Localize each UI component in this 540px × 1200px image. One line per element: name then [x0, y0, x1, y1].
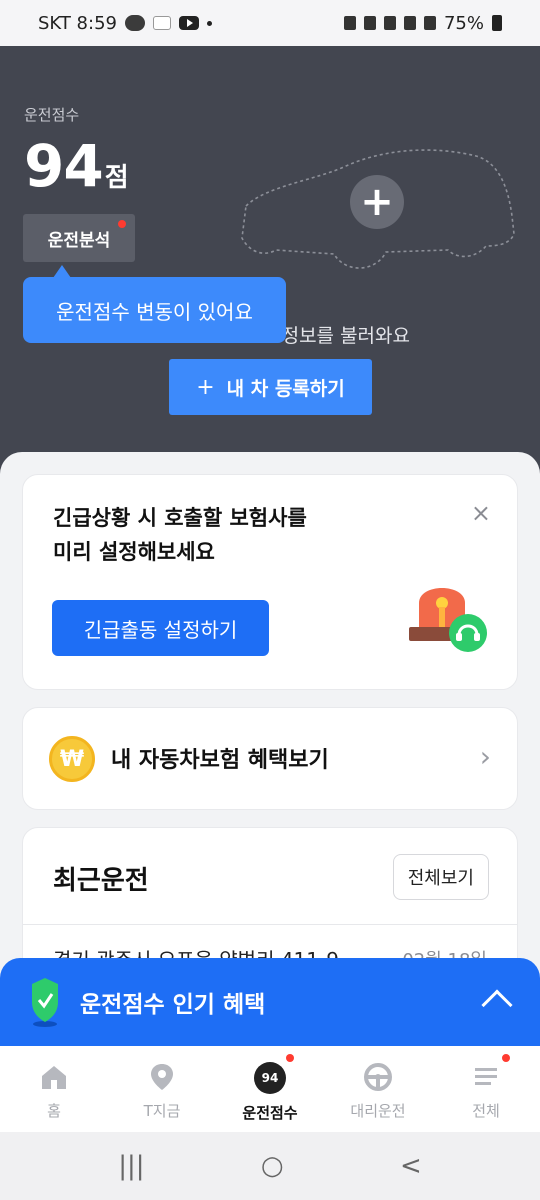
register-car-button[interactable]: + 내 차 등록하기 [169, 359, 372, 415]
score-unit: 점 [104, 163, 129, 193]
battery-icon [492, 15, 502, 31]
analysis-button-label: 운전분석 [47, 230, 111, 251]
nav-item-tnow[interactable]: T지금 [108, 1046, 216, 1132]
chevron-right-icon: › [479, 740, 491, 773]
steering-wheel-icon [364, 1063, 392, 1091]
emergency-title-line1: 긴급상황 시 호출할 보험사를 [53, 506, 307, 530]
dot-icon [206, 20, 212, 26]
nav-label-all: 전체 [472, 1102, 500, 1120]
bottom-navigation: 홈 T지금 94 운전점수 대리운전 전체 [0, 1046, 540, 1132]
notification-dot [286, 1054, 294, 1062]
youtube-icon [178, 16, 199, 30]
close-icon[interactable]: × [471, 499, 491, 527]
score-label: 운전점수 [24, 106, 80, 124]
chevron-up-icon[interactable] [481, 989, 513, 1021]
register-car-label: 내 차 등록하기 [226, 377, 345, 400]
nav-label-home: 홈 [47, 1102, 61, 1120]
score-change-tooltip[interactable]: 운전점수 변동이 있어요 [23, 265, 286, 343]
signal-icon [423, 16, 436, 30]
nav-item-home[interactable]: 홈 [0, 1046, 108, 1132]
tooltip-text: 운전점수 변동이 있어요 [56, 299, 253, 324]
news-icon [152, 16, 171, 30]
score-value: 94 [24, 132, 104, 200]
view-all-button[interactable]: 전체보기 [392, 854, 489, 900]
battery-percent: 75% [443, 12, 484, 34]
siren-icon [409, 588, 487, 652]
menu-icon [475, 1068, 497, 1085]
recent-driving-title: 최근운전 [53, 866, 149, 896]
nav-label-driving-score: 운전점수 [242, 1104, 298, 1122]
nav-label-tnow: T지금 [143, 1102, 181, 1120]
kakaotalk-icon [124, 15, 145, 31]
analysis-button[interactable]: 운전분석 [23, 214, 135, 262]
home-icon [42, 1066, 66, 1089]
insurance-benefit-label: 내 자동차보험 혜택보기 [111, 748, 329, 773]
battery-saver-icon [343, 16, 356, 30]
shield-check-icon [32, 978, 58, 1027]
emergency-setup-button[interactable]: 긴급출동 설정하기 [52, 600, 269, 656]
plus-icon: + [196, 374, 215, 400]
score-display: 94점 [24, 132, 129, 200]
add-car-plus-icon[interactable]: + [350, 175, 404, 229]
notification-dot [118, 220, 126, 228]
popular-benefits-label: 운전점수 인기 혜택 [80, 992, 266, 1018]
location-pin-icon [151, 1064, 173, 1090]
coin-icon: ₩ [49, 736, 95, 782]
emergency-title-line2: 미리 설정해보세요 [53, 540, 215, 564]
system-navigation-bar: ||| ○ < [0, 1132, 540, 1200]
recent-apps-button[interactable]: ||| [118, 1151, 144, 1181]
mute-icon [363, 16, 376, 30]
notification-dot [502, 1054, 510, 1062]
location-icon [383, 16, 396, 30]
score-header: 운전점수 94점 운전분석 + 정보를 불러와요 + 내 차 등록하기 운전점수… [0, 46, 540, 476]
emergency-setup-card: 긴급상황 시 호출할 보험사를 미리 설정해보세요 × 긴급출동 설정하기 [22, 474, 518, 690]
wifi-icon [403, 16, 416, 30]
nav-item-driving-score[interactable]: 94 운전점수 [216, 1046, 324, 1132]
nav-item-designated-driver[interactable]: 대리운전 [324, 1046, 432, 1132]
back-button[interactable]: < [400, 1151, 422, 1181]
status-bar: SKT 8:59 75% [0, 0, 540, 46]
status-time: SKT 8:59 [38, 12, 117, 34]
nav-item-all[interactable]: 전체 [432, 1046, 540, 1132]
emergency-card-title: 긴급상황 시 호출할 보험사를 미리 설정해보세요 [53, 501, 373, 569]
score-gauge-icon: 94 [254, 1062, 286, 1094]
nav-label-designated-driver: 대리운전 [350, 1102, 406, 1120]
divider [23, 924, 517, 925]
popular-benefits-sheet[interactable]: 운전점수 인기 혜택 [0, 958, 540, 1056]
home-button[interactable]: ○ [261, 1151, 284, 1181]
insurance-benefit-card[interactable]: ₩ 내 자동차보험 혜택보기 › [22, 707, 518, 810]
